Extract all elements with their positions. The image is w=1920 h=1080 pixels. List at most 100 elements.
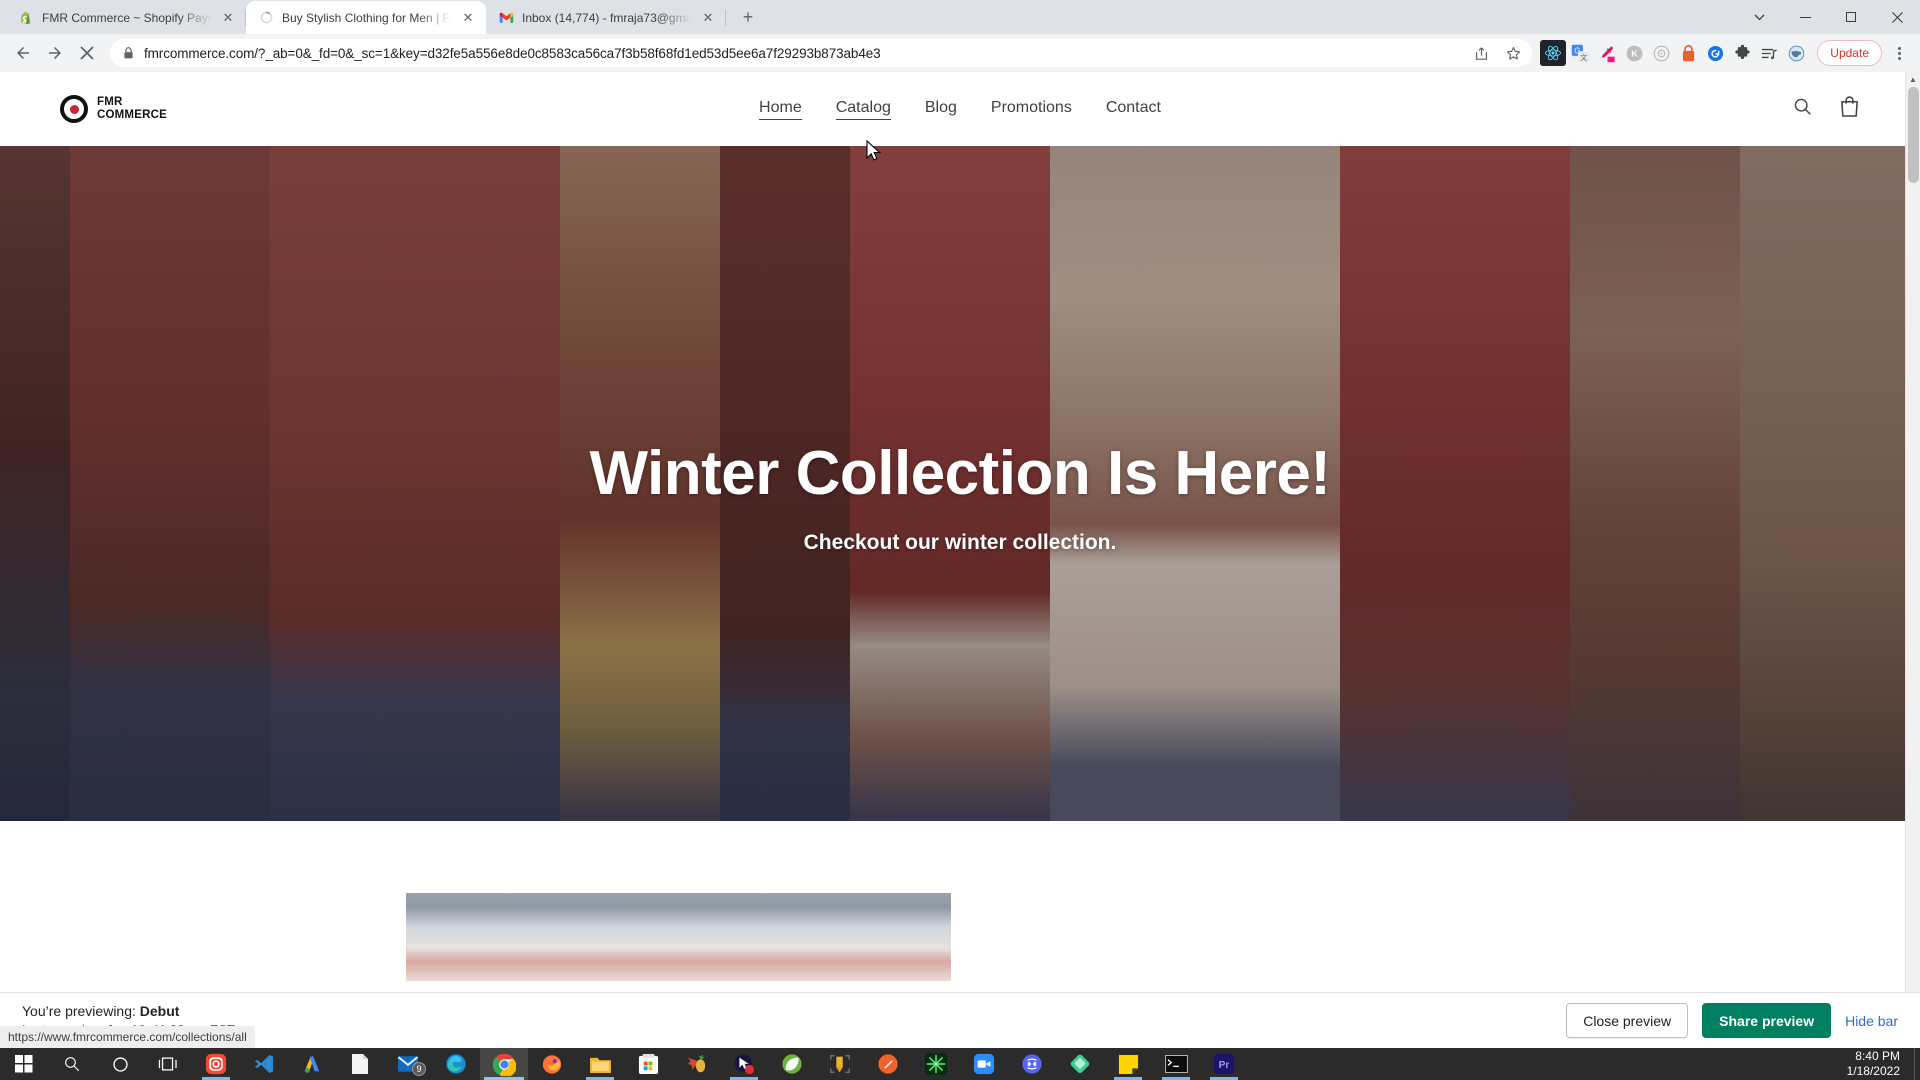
product-card-image[interactable] xyxy=(406,893,951,981)
show-desktop-button[interactable] xyxy=(1914,1048,1920,1080)
zoom-icon[interactable] xyxy=(960,1048,1008,1080)
spring-leaf-icon[interactable] xyxy=(768,1048,816,1080)
close-window-button[interactable] xyxy=(1874,0,1920,34)
discord-icon[interactable] xyxy=(1008,1048,1056,1080)
cortana-icon[interactable] xyxy=(96,1048,144,1080)
update-button[interactable]: Update xyxy=(1817,40,1882,66)
scrollbar-thumb[interactable] xyxy=(1908,87,1919,183)
tab-title: FMR Commerce ~ Shopify Payme xyxy=(42,10,212,25)
browser-tab-active[interactable]: Buy Stylish Clothing for Men | Fre ✕ xyxy=(246,1,486,34)
address-bar[interactable]: fmrcommerce.com/?_ab=0&_fd=0&_sc=1&key=d… xyxy=(110,39,1533,67)
hero-copy: Winter Collection Is Here! Checkout our … xyxy=(0,438,1920,555)
mail-icon[interactable]: 9 xyxy=(384,1048,432,1080)
search-icon[interactable] xyxy=(1792,96,1813,122)
site-lock-icon[interactable] xyxy=(122,46,135,60)
svg-text:K: K xyxy=(1631,48,1638,58)
lastpass-icon[interactable] xyxy=(1675,40,1701,66)
site-logo-text: FMR COMMERCE xyxy=(97,96,167,122)
page-scrollbar[interactable]: ▲ xyxy=(1905,72,1920,1048)
store-glyph-icon xyxy=(637,1053,660,1076)
close-tab-icon[interactable]: ✕ xyxy=(700,10,716,26)
eyedropper-icon[interactable] xyxy=(1594,40,1620,66)
logo-line-2: COMMERCE xyxy=(97,109,167,121)
google-ads-glyph-icon xyxy=(301,1053,324,1076)
close-tab-icon[interactable]: ✕ xyxy=(220,10,236,26)
mail-unread-badge: 9 xyxy=(412,1062,426,1076)
back-arrow-icon[interactable] xyxy=(8,38,38,68)
clock-date: 1/18/2022 xyxy=(1846,1064,1900,1078)
share-preview-button[interactable]: Share preview xyxy=(1702,1003,1832,1038)
kami-icon[interactable]: K xyxy=(1621,40,1647,66)
chrome-icon[interactable] xyxy=(480,1048,528,1080)
extensions-puzzle-icon[interactable] xyxy=(1729,40,1755,66)
maximize-button[interactable] xyxy=(1828,0,1874,34)
task-view-glyph-icon xyxy=(157,1053,180,1076)
header-icons xyxy=(1792,95,1860,123)
target-icon[interactable] xyxy=(1648,40,1674,66)
firefox-icon[interactable] xyxy=(528,1048,576,1080)
snip-sketch-icon[interactable] xyxy=(816,1048,864,1080)
nav-item-blog[interactable]: Blog xyxy=(925,99,957,119)
tab-search-chevron-icon[interactable] xyxy=(1736,0,1782,34)
hero-subtitle: Checkout our winter collection. xyxy=(803,531,1117,554)
close-preview-button[interactable]: Close preview xyxy=(1566,1003,1689,1038)
clock-time: 8:40 PM xyxy=(1855,1049,1900,1063)
site-header: FMR COMMERCE Home Catalog Blog Promotion… xyxy=(0,72,1920,146)
nav-item-catalog[interactable]: Catalog xyxy=(835,99,891,120)
globe-extension-icon[interactable] xyxy=(1783,40,1809,66)
cart-bag-icon[interactable] xyxy=(1839,95,1860,123)
new-tab-button[interactable]: + xyxy=(734,3,762,31)
shopify-preview-bar: You’re previewing: Debut Last saved on J… xyxy=(0,992,1920,1048)
browser-tab[interactable]: FMR Commerce ~ Shopify Payme ✕ xyxy=(6,1,246,34)
search-taskbar-icon[interactable] xyxy=(48,1048,96,1080)
document-icon[interactable] xyxy=(336,1048,384,1080)
microsoft-store-icon[interactable] xyxy=(624,1048,672,1080)
edge-icon[interactable] xyxy=(432,1048,480,1080)
react-devtools-icon[interactable] xyxy=(1540,40,1567,66)
forward-arrow-icon[interactable] xyxy=(40,38,70,68)
postman-icon[interactable] xyxy=(864,1048,912,1080)
document-glyph-icon xyxy=(349,1053,372,1076)
cmd-glyph-icon xyxy=(1164,1053,1188,1076)
start-button[interactable] xyxy=(0,1048,48,1080)
nav-item-home[interactable]: Home xyxy=(759,99,802,120)
green-diamond-icon[interactable] xyxy=(1056,1048,1104,1080)
playlist-icon[interactable] xyxy=(1756,40,1782,66)
close-tab-icon[interactable]: ✕ xyxy=(460,10,476,26)
google-translate-icon[interactable]: G文 xyxy=(1567,40,1593,66)
taskbar-clock[interactable]: 8:40 PM 1/18/2022 xyxy=(1847,1049,1906,1079)
minimize-button[interactable] xyxy=(1782,0,1828,34)
svg-text:Pr: Pr xyxy=(1219,1060,1230,1071)
instagram-icon[interactable] xyxy=(192,1048,240,1080)
chrome-menu-icon[interactable] xyxy=(1886,40,1912,66)
scroll-up-arrow-icon[interactable]: ▲ xyxy=(1906,72,1920,87)
screen-recorder-icon[interactable] xyxy=(720,1048,768,1080)
refresh-extension-icon[interactable] xyxy=(1702,40,1728,66)
site-logo[interactable]: FMR COMMERCE xyxy=(60,95,167,123)
fireworks-icon[interactable] xyxy=(912,1048,960,1080)
premiere-pro-icon[interactable]: Pr xyxy=(1200,1048,1248,1080)
browser-tab[interactable]: Inbox (14,774) - fmraja73@gmail ✕ xyxy=(486,1,726,34)
vscode-icon[interactable] xyxy=(240,1048,288,1080)
windows-logo-icon xyxy=(13,1053,36,1076)
share-icon[interactable] xyxy=(1473,45,1490,62)
pineapple-icon[interactable] xyxy=(672,1048,720,1080)
hide-bar-button[interactable]: Hide bar xyxy=(1845,1013,1898,1029)
logo-line-1: FMR xyxy=(97,96,123,109)
stop-loading-icon[interactable] xyxy=(72,38,102,68)
svg-text:文: 文 xyxy=(1580,52,1587,61)
nav-item-contact[interactable]: Contact xyxy=(1106,99,1161,119)
leaf-glyph-icon xyxy=(781,1053,804,1076)
premiere-glyph-icon: Pr xyxy=(1213,1053,1236,1076)
nav-item-promotions[interactable]: Promotions xyxy=(991,99,1072,119)
google-ads-icon[interactable] xyxy=(288,1048,336,1080)
file-explorer-icon[interactable] xyxy=(576,1048,624,1080)
sticky-notes-icon[interactable] xyxy=(1104,1048,1152,1080)
star-icon[interactable] xyxy=(1505,45,1522,62)
site-navigation: Home Catalog Blog Promotions Contact xyxy=(0,99,1920,120)
cortana-ring-icon xyxy=(109,1053,132,1076)
command-prompt-icon[interactable] xyxy=(1152,1048,1200,1080)
task-view-icon[interactable] xyxy=(144,1048,192,1080)
preview-actions: Close preview Share preview Hide bar xyxy=(1566,1003,1898,1038)
extensions-row: G文 K xyxy=(1540,40,1809,66)
